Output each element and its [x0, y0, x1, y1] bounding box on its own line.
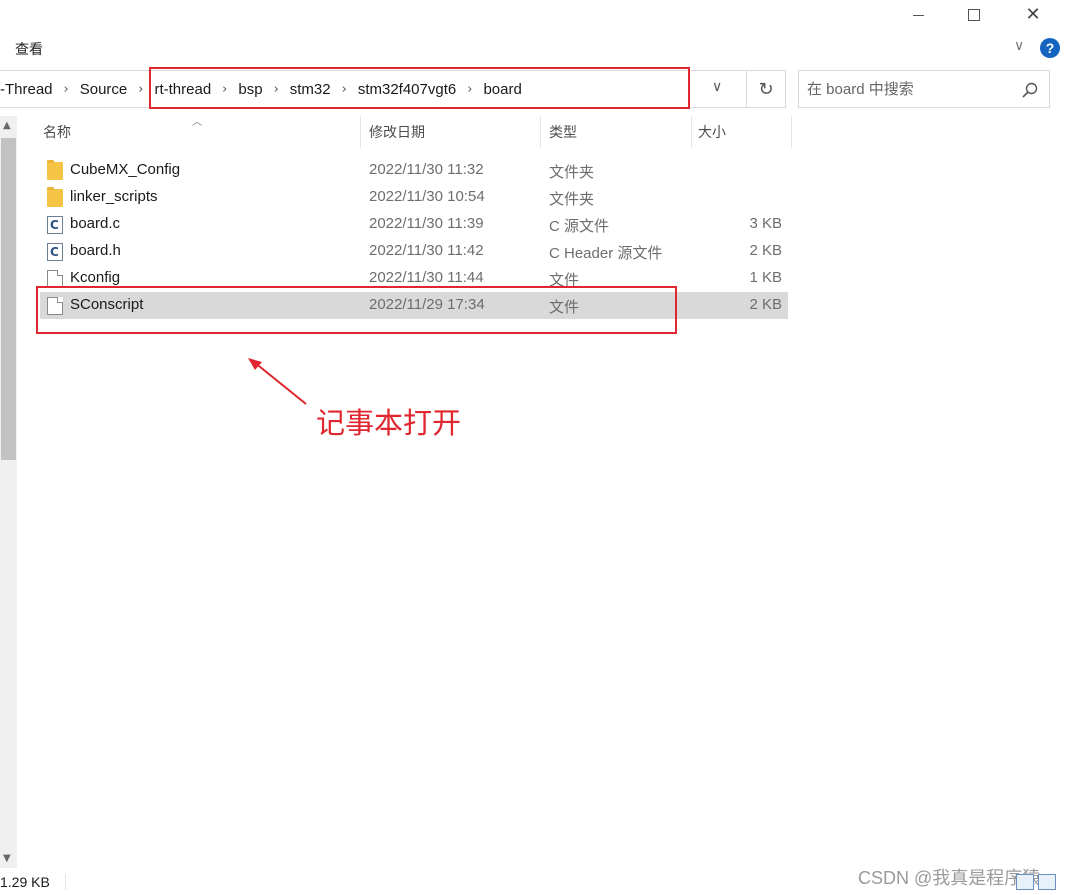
refresh-button[interactable]: ↻	[746, 70, 786, 108]
chevron-right-icon[interactable]: ›	[64, 82, 69, 97]
minimize-icon	[912, 14, 924, 16]
file-size: 3 KB	[749, 215, 782, 232]
column-header-size[interactable]: 大小	[698, 116, 726, 148]
chevron-down-icon[interactable]: ∨	[1014, 38, 1024, 54]
folder-icon	[47, 187, 63, 207]
ribbon-bar: 查看 ∨	[0, 30, 1065, 66]
scroll-up-icon[interactable]: ▲	[3, 120, 11, 131]
column-header-date[interactable]: 修改日期	[369, 116, 425, 148]
file-type: C 源文件	[549, 218, 610, 235]
scroll-down-icon[interactable]: ▼	[3, 853, 11, 864]
selection-size: 1.29 KB	[0, 874, 50, 890]
large-icons-view-icon[interactable]	[1038, 874, 1056, 890]
breadcrumb-item[interactable]: Source	[80, 81, 128, 98]
status-divider	[65, 874, 66, 890]
watermark: CSDN @我真是程序猿	[858, 868, 1041, 888]
refresh-icon: ↻	[758, 78, 774, 100]
file-row[interactable]: linker_scripts 2022/11/30 10:54 文件夹	[40, 184, 788, 211]
maximize-icon	[968, 9, 980, 21]
annotation-text: 记事本打开	[316, 406, 462, 440]
maximize-button[interactable]	[944, 0, 1004, 30]
vertical-scrollbar[interactable]: ▲ ▼	[0, 116, 17, 868]
file-highlight-box	[36, 286, 677, 334]
scrollbar-thumb[interactable]	[1, 138, 16, 460]
c-header-icon: C	[47, 243, 63, 261]
c-source-icon: C	[47, 216, 63, 234]
file-row[interactable]: C board.h 2022/11/30 11:42 C Header 源文件 …	[40, 238, 788, 265]
file-name: CubeMX_Config	[70, 161, 181, 178]
close-button[interactable]: ✕	[1003, 0, 1063, 30]
file-date: 2022/11/30 11:32	[369, 161, 484, 178]
column-divider[interactable]	[540, 116, 541, 148]
file-size: 1 KB	[749, 269, 782, 286]
chevron-right-icon[interactable]: ›	[138, 82, 143, 97]
file-size: 2 KB	[749, 242, 782, 259]
search-icon[interactable]	[1021, 81, 1039, 99]
search-input[interactable]	[807, 71, 1007, 107]
address-history-dropdown-icon[interactable]: ∨	[712, 79, 722, 95]
file-date: 2022/11/30 10:54	[369, 188, 485, 205]
column-divider[interactable]	[691, 116, 692, 148]
file-date: 2022/11/30 11:39	[369, 215, 484, 232]
minimize-button[interactable]	[888, 0, 948, 30]
column-header-name[interactable]: 名称	[43, 116, 71, 148]
close-icon: ✕	[1025, 4, 1041, 25]
column-divider[interactable]	[791, 116, 792, 148]
sort-ascending-icon: ︿	[192, 117, 202, 128]
file-row[interactable]: C board.c 2022/11/30 11:39 C 源文件 3 KB	[40, 211, 788, 238]
tab-view[interactable]: 查看	[15, 39, 43, 59]
folder-icon	[47, 160, 63, 180]
file-row[interactable]: CubeMX_Config 2022/11/30 11:32 文件夹	[40, 157, 788, 184]
details-view-icon[interactable]	[1016, 874, 1034, 890]
path-highlight-box	[149, 67, 690, 109]
help-icon[interactable]: ?	[1040, 38, 1060, 58]
column-divider[interactable]	[360, 116, 361, 148]
file-date: 2022/11/30 11:44	[369, 269, 484, 286]
file-name: Kconfig	[70, 269, 121, 286]
file-type: C Header 源文件	[549, 245, 663, 262]
annotation-arrow-icon	[248, 358, 307, 405]
file-type: 文件夹	[549, 191, 595, 208]
search-box[interactable]	[798, 70, 1050, 108]
file-name: board.c	[70, 215, 121, 232]
file-size: 2 KB	[749, 296, 782, 313]
title-bar: ✕	[0, 0, 1065, 30]
column-header-type[interactable]: 类型	[549, 116, 577, 148]
file-name: board.h	[70, 242, 121, 259]
file-date: 2022/11/30 11:42	[369, 242, 484, 259]
breadcrumb-item[interactable]: -Thread	[0, 81, 53, 98]
file-type: 文件夹	[549, 164, 595, 181]
file-name: linker_scripts	[70, 188, 158, 205]
